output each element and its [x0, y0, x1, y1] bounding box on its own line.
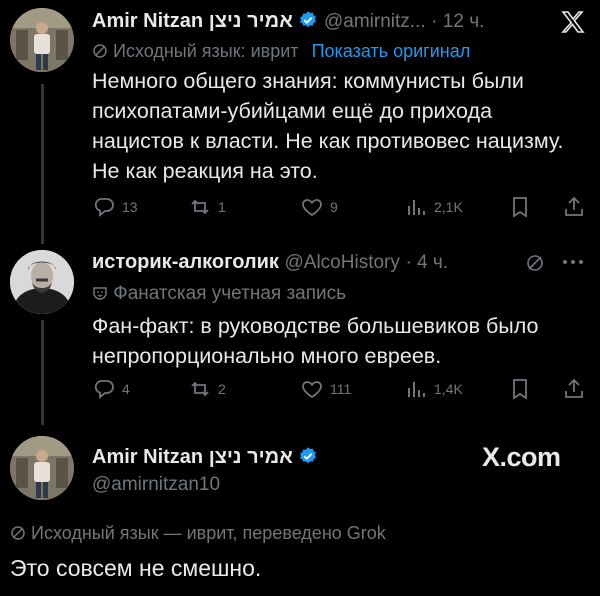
thread-connector	[41, 320, 44, 425]
avatar[interactable]	[10, 436, 74, 500]
views-count: 1,4K	[434, 381, 463, 397]
heart-icon	[302, 199, 322, 217]
bookmark-button[interactable]	[508, 377, 532, 401]
avatar[interactable]	[10, 250, 74, 314]
more-options-icon[interactable]	[562, 254, 584, 275]
views-icon	[408, 200, 425, 215]
translate-icon	[93, 44, 107, 58]
translation-note: Исходный язык — иврит, переведено Grok	[31, 523, 386, 543]
like-count: 9	[330, 199, 338, 215]
author-handle[interactable]: @amirnitz...	[324, 11, 426, 32]
verified-badge-icon	[300, 11, 317, 28]
author-handle[interactable]: @AlcoHistory	[285, 252, 400, 273]
repost-count: 1	[218, 199, 226, 215]
like-button[interactable]: 9	[300, 195, 338, 219]
views-icon	[408, 382, 425, 397]
grok-icon[interactable]	[525, 253, 545, 278]
bookmark-icon	[513, 197, 527, 218]
author-name[interactable]: Amir Nitzan אמיר ניצן	[92, 446, 293, 468]
repost-count: 2	[218, 381, 226, 397]
views-button[interactable]: 1,4K	[404, 377, 463, 401]
tweet-text: Фан-факт: в руководстве большевиков было…	[92, 314, 539, 368]
heart-icon	[302, 381, 322, 399]
repost-icon	[191, 381, 209, 397]
parody-label: Фанатская учетная запись	[113, 283, 347, 304]
author-handle[interactable]: @amirnitzan10	[92, 474, 220, 496]
reply-button[interactable]: 13	[92, 195, 138, 219]
share-button[interactable]	[562, 377, 586, 401]
share-button[interactable]	[562, 195, 586, 219]
translation-note: Исходный язык: иврит	[113, 41, 299, 61]
post-time[interactable]: · 4 ч.	[405, 252, 448, 273]
author-name[interactable]: Amir Nitzan אמיר ניצן	[92, 10, 293, 32]
reply-icon	[94, 198, 114, 217]
reply-count: 4	[122, 381, 130, 397]
like-count: 111	[330, 381, 352, 397]
share-icon	[565, 378, 583, 398]
reply-button[interactable]: 4	[92, 377, 130, 401]
verified-badge-icon	[300, 447, 317, 464]
mask-icon	[93, 287, 107, 300]
translate-icon	[11, 526, 25, 540]
views-count: 2,1K	[434, 199, 463, 215]
tweet-text: Это совсем не смешно.	[10, 555, 262, 581]
show-original-link[interactable]: Показать оригинал	[312, 41, 471, 61]
views-button[interactable]: 2,1K	[404, 195, 463, 219]
reply-count: 13	[122, 199, 138, 215]
avatar[interactable]	[10, 8, 74, 72]
reply-icon	[94, 380, 114, 399]
thread-connector	[41, 84, 44, 244]
repost-button[interactable]: 1	[188, 195, 226, 219]
repost-button[interactable]: 2	[188, 377, 226, 401]
tweet-text: Немного общего знания: коммунисты были п…	[92, 69, 564, 183]
bookmark-button[interactable]	[508, 195, 532, 219]
share-icon	[565, 196, 583, 216]
author-name[interactable]: историк-алкоголик	[92, 251, 279, 273]
like-button[interactable]: 111	[300, 377, 351, 401]
x-com-brand[interactable]: X.com	[482, 442, 561, 473]
post-time[interactable]: · 12 ч.	[431, 11, 484, 32]
x-logo-icon[interactable]	[560, 10, 586, 34]
bookmark-icon	[513, 379, 527, 400]
repost-icon	[191, 199, 209, 215]
